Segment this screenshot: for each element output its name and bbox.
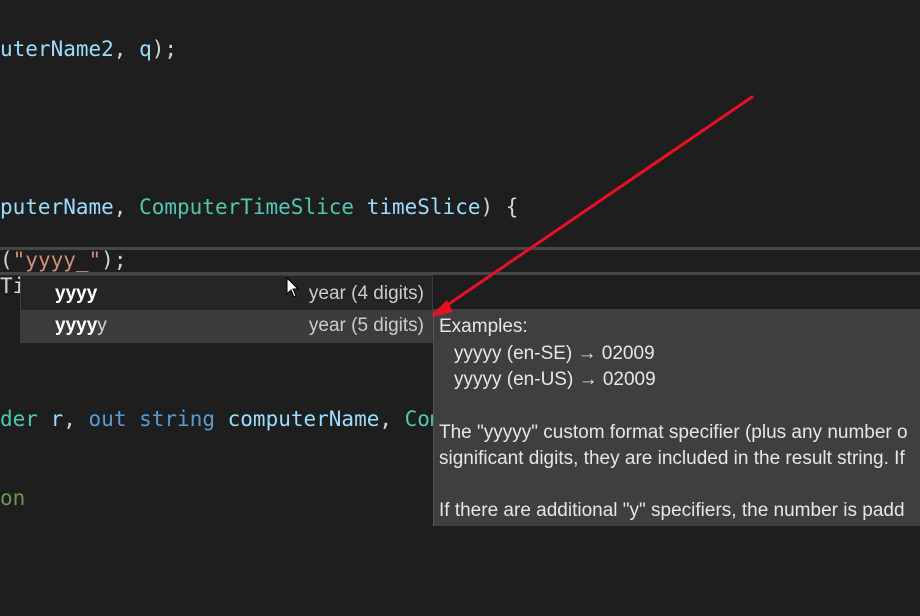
annotation-arrow-icon [430, 95, 754, 317]
